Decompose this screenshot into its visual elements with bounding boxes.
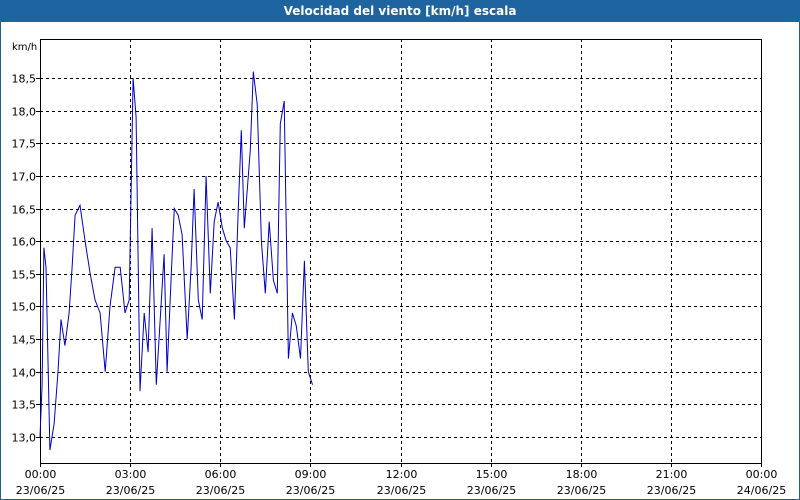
y-tick-label: 18,0 [12, 106, 37, 119]
x-tick-time-label: 18:00 [566, 468, 598, 481]
x-tick-time-label: 09:00 [295, 468, 327, 481]
y-axis: 13,0 13,5 14,0 14,5 15,0 15,5 16,0 16,5 17,0 17,5… [12, 73, 40, 445]
x-axis: 00:00 23/06/25 03:00 23/06/25 06:00 23/06/25 0… [16, 463, 786, 497]
wind-speed-chart: 13,0 13,5 14,0 14,5 15,0 15,5 16,0 16,5 17,0 17,5… [12, 39, 786, 497]
x-tick-date-label: 23/06/25 [196, 484, 245, 497]
y-tick-label: 15,5 [12, 269, 37, 282]
x-tick-date-label: 23/06/25 [16, 484, 65, 497]
x-tick-date-label: 23/06/25 [467, 484, 516, 497]
y-tick-label: 16,0 [12, 236, 37, 249]
y-tick-label: 16,5 [12, 204, 37, 217]
y-tick-label: 17,5 [12, 138, 37, 151]
x-tick-date-label: 23/06/25 [106, 484, 155, 497]
x-tick-date-label: 23/06/25 [377, 484, 426, 497]
x-tick-date-label: 24/06/25 [737, 484, 786, 497]
wind-speed-series-line [39, 71, 313, 451]
x-tick-time-label: 15:00 [476, 468, 508, 481]
x-tick-time-label: 12:00 [386, 468, 418, 481]
x-tick-time-label: 03:00 [115, 468, 147, 481]
x-tick-time-label: 00:00 [25, 468, 57, 481]
y-tick-label: 18,5 [12, 73, 37, 86]
x-tick-time-label: 06:00 [205, 468, 237, 481]
x-tick-time-label: 00:00 [746, 468, 778, 481]
y-tick-label: 17,0 [12, 171, 37, 184]
y-tick-label: 13,0 [12, 432, 37, 445]
x-tick-date-label: 23/06/25 [557, 484, 606, 497]
x-tick-date-label: 23/06/25 [647, 484, 696, 497]
y-axis-unit-label: km/h [12, 42, 37, 53]
x-tick-time-label: 21:00 [656, 468, 688, 481]
y-tick-label: 13,5 [12, 399, 37, 412]
grid-lines [40, 39, 761, 463]
y-tick-label: 14,0 [12, 367, 37, 380]
x-tick-date-label: 23/06/25 [286, 484, 335, 497]
y-tick-label: 14,5 [12, 334, 37, 347]
y-tick-label: 15,0 [12, 301, 37, 314]
